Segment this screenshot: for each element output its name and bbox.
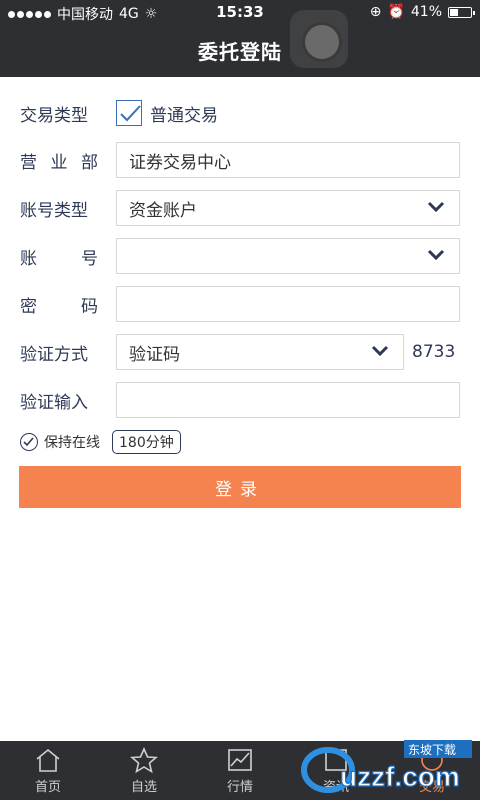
- login-button[interactable]: 登录: [19, 466, 461, 508]
- account-type-select[interactable]: 资金账户: [116, 190, 460, 226]
- account-select[interactable]: [116, 238, 460, 274]
- battery-percent: 41%: [410, 4, 442, 20]
- check-icon: [120, 105, 141, 122]
- tab-market-label: 行情: [226, 780, 253, 795]
- verify-input-field[interactable]: [116, 382, 460, 418]
- trade-type-option[interactable]: 普通交易: [116, 100, 218, 126]
- verify-method-select[interactable]: 验证码: [116, 334, 404, 370]
- check-circle-icon[interactable]: [20, 433, 38, 451]
- rotation-lock-icon: ⊕: [369, 4, 382, 20]
- svg-text:东坡下载: 东坡下载: [408, 743, 456, 757]
- verify-input-label: 验证输入: [20, 392, 88, 413]
- keep-online-label: 保持在线: [44, 435, 100, 451]
- star-icon: [130, 747, 158, 773]
- account-type-label: 账号类型: [20, 200, 88, 221]
- app-header: 中国移动 4G ☼ 15:33 ⊕ ⏰ 41% 委托登陆: [0, 0, 480, 77]
- trade-type-row: 交易类型 普通交易: [20, 95, 460, 131]
- verify-method-label: 验证方式: [20, 344, 88, 365]
- account-type-value: 资金账户: [129, 200, 197, 221]
- tab-watchlist[interactable]: 自选: [96, 741, 192, 800]
- verify-method-row: 验证方式 验证码 8733: [20, 334, 460, 370]
- page-title: 委托登陆: [198, 40, 282, 64]
- chevron-down-icon: [371, 345, 389, 357]
- branch-field[interactable]: 证券交易中心: [116, 142, 460, 178]
- tab-watchlist-label: 自选: [130, 780, 157, 795]
- branch-row: 营 业 部 证券交易中心: [20, 142, 460, 178]
- chevron-down-icon: [427, 249, 445, 261]
- watermark-logo: uzzf.com 东坡下载: [301, 740, 472, 793]
- assistive-touch-button[interactable]: [290, 10, 348, 68]
- tab-market[interactable]: 行情: [192, 741, 288, 800]
- battery-icon: [448, 6, 475, 18]
- verify-input-row: 验证输入: [20, 382, 460, 418]
- account-row: 账 号: [20, 238, 460, 274]
- chevron-down-icon: [427, 201, 445, 213]
- svg-text:uzzf.com: uzzf.com: [340, 761, 460, 792]
- verify-code[interactable]: 8733: [412, 342, 455, 362]
- password-row: 密 码: [20, 286, 460, 322]
- alarm-icon: ⏰: [387, 4, 405, 20]
- account-type-row: 账号类型 资金账户: [20, 190, 460, 226]
- tab-home[interactable]: 首页: [0, 741, 96, 800]
- branch-value: 证券交易中心: [129, 152, 231, 173]
- chart-icon: [228, 749, 252, 771]
- tab-home-label: 首页: [34, 780, 61, 795]
- account-label: 账 号: [20, 248, 98, 269]
- trade-type-checkbox[interactable]: [116, 100, 142, 126]
- branch-label: 营 业 部: [20, 152, 98, 173]
- status-bar: 中国移动 4G ☼ 15:33 ⊕ ⏰ 41%: [0, 0, 480, 26]
- trade-type-label: 交易类型: [20, 105, 88, 126]
- status-right: ⊕ ⏰ 41%: [369, 4, 475, 20]
- keep-online-duration[interactable]: 180分钟: [112, 430, 181, 454]
- trade-type-option-label: 普通交易: [150, 105, 218, 126]
- password-field[interactable]: [116, 286, 460, 322]
- keep-online[interactable]: 保持在线 180分钟: [20, 430, 181, 454]
- home-icon: [36, 748, 60, 772]
- password-label: 密 码: [20, 296, 98, 317]
- verify-method-value: 验证码: [129, 344, 180, 365]
